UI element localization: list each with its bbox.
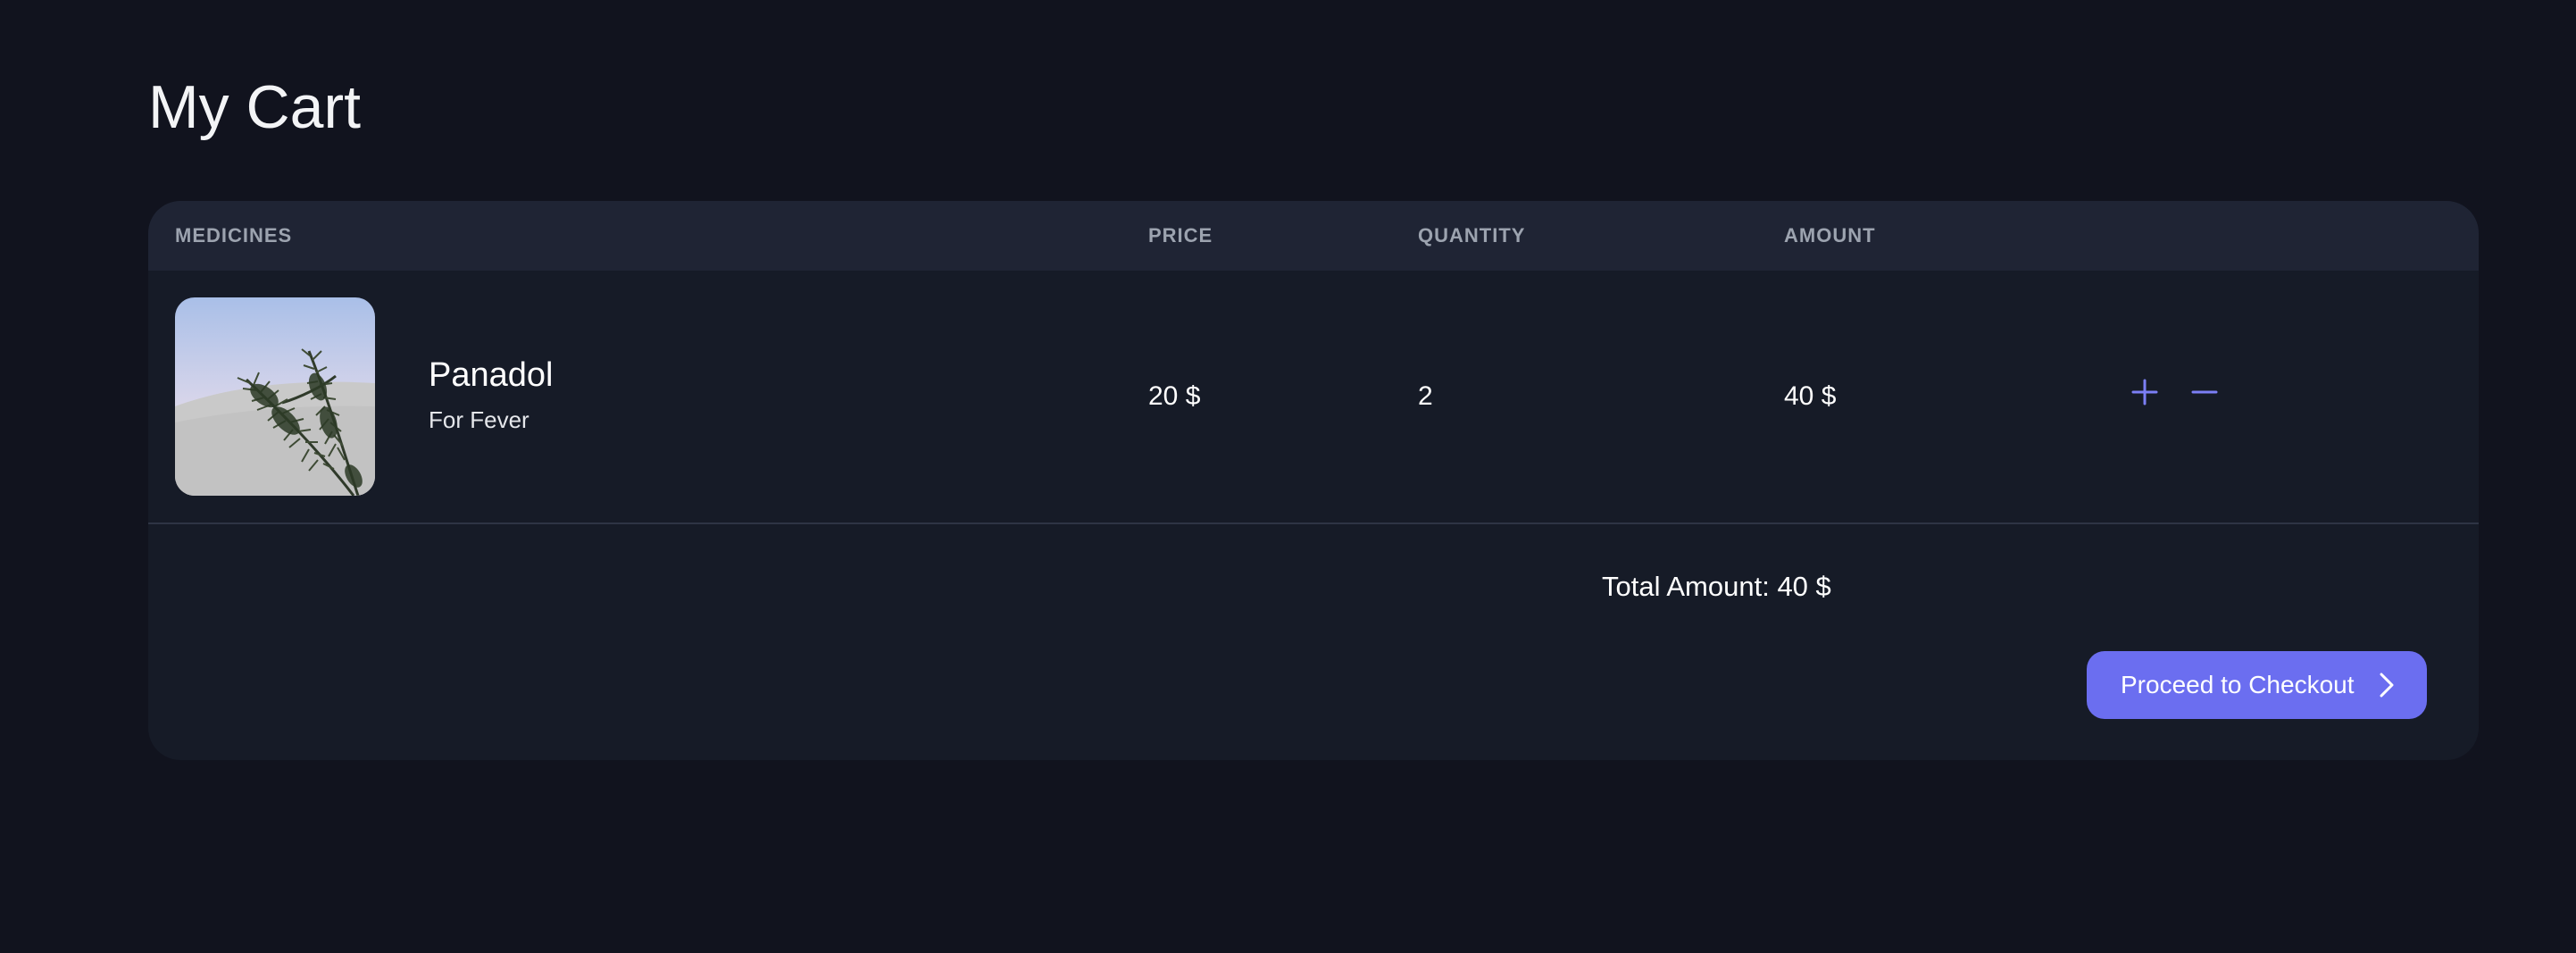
decrease-quantity-button[interactable] (2187, 376, 2222, 412)
product-description: For Fever (429, 406, 529, 433)
column-header-quantity: QUANTITY (1418, 224, 1526, 247)
product-quantity: 2 (1418, 381, 1433, 411)
minus-icon (2191, 379, 2218, 410)
column-header-amount: AMOUNT (1784, 224, 1876, 247)
table-row: Panadol For Fever 20 $ 2 40 $ (148, 271, 2479, 524)
column-header-price: PRICE (1148, 224, 1213, 247)
increase-quantity-button[interactable] (2127, 376, 2163, 412)
page-title: My Cart (148, 73, 361, 141)
product-amount: 40 $ (1784, 381, 1837, 411)
product-price: 20 $ (1148, 381, 1201, 411)
proceed-to-checkout-button[interactable]: Proceed to Checkout (2087, 651, 2427, 719)
product-name: Panadol (429, 356, 554, 394)
column-header-medicines: MEDICINES (175, 224, 293, 247)
cart-page: My Cart MEDICINES PRICE QUANTITY AMOUNT (0, 0, 2576, 953)
cart-body: Panadol For Fever 20 $ 2 40 $ Total Amou… (148, 271, 2479, 723)
total-amount: Total Amount: 40 $ (1602, 571, 1831, 602)
cart-table: MEDICINES PRICE QUANTITY AMOUNT Panadol … (148, 201, 2479, 760)
table-header: MEDICINES PRICE QUANTITY AMOUNT (148, 201, 2479, 271)
plus-icon (2131, 379, 2158, 410)
product-image (175, 297, 375, 496)
chevron-right-icon (2378, 672, 2396, 698)
checkout-button-label: Proceed to Checkout (2121, 671, 2355, 698)
